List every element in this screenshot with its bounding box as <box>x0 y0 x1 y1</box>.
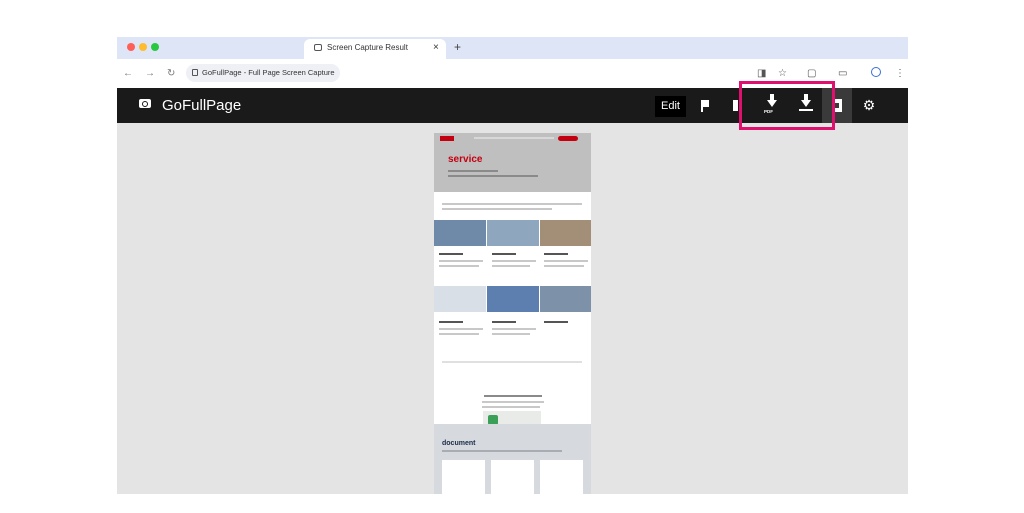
browser-window: Screen Capture Result × + ← → ↻ GoFullPa… <box>117 37 908 494</box>
forward-icon[interactable]: → <box>145 68 155 79</box>
page-icon <box>192 69 198 76</box>
trash-icon <box>733 100 738 111</box>
camera-logo-icon <box>139 99 151 108</box>
preview-image <box>434 220 486 246</box>
preview-logo <box>440 136 454 141</box>
reload-icon[interactable]: ↻ <box>167 68 175 79</box>
brand-name: GoFullPage <box>162 97 242 114</box>
captured-page-preview[interactable]: service document <box>434 133 591 494</box>
tab-screen-capture-result[interactable]: Screen Capture Result × <box>304 39 446 59</box>
preview-nav <box>474 137 554 139</box>
translate-icon[interactable]: ◨ <box>757 68 766 79</box>
profile-avatar-icon[interactable] <box>871 67 881 77</box>
more-menu-icon[interactable]: ⋮ <box>895 68 905 79</box>
edit-button[interactable]: Edit <box>655 96 686 117</box>
preview-image <box>487 286 539 312</box>
new-tab-button[interactable]: + <box>454 40 461 54</box>
preview-doc-card <box>540 460 583 494</box>
preview-document-section: document <box>434 424 591 494</box>
extensions-icon[interactable]: ▢ <box>807 68 816 79</box>
tab-close-icon[interactable]: × <box>433 42 439 53</box>
gear-icon: ⚙ <box>862 97 876 113</box>
preview-image <box>487 220 539 246</box>
preview-doc-card <box>491 460 534 494</box>
address-input[interactable]: GoFullPage - Full Page Screen Capture <box>186 64 340 82</box>
reading-list-icon[interactable]: ▭ <box>838 68 847 79</box>
tab-title: Screen Capture Result <box>327 43 408 52</box>
close-window-dot[interactable] <box>127 43 135 51</box>
preview-image <box>434 286 486 312</box>
preview-image <box>540 286 591 312</box>
bookmark-star-icon[interactable]: ☆ <box>778 68 787 79</box>
preview-hero-title: service <box>448 154 483 165</box>
preview-image <box>540 220 591 246</box>
flag-button[interactable] <box>690 88 720 123</box>
highlight-box <box>739 81 835 130</box>
tab-strip: Screen Capture Result × + <box>117 37 908 59</box>
back-icon[interactable]: ← <box>123 68 133 79</box>
maximize-window-dot[interactable] <box>151 43 159 51</box>
preview-hero: service <box>434 133 591 192</box>
camera-icon <box>314 44 322 51</box>
preview-cta <box>558 136 578 141</box>
flag-icon <box>701 100 709 112</box>
minimize-window-dot[interactable] <box>139 43 147 51</box>
address-text: GoFullPage - Full Page Screen Capture <box>202 68 335 77</box>
settings-button[interactable]: ⚙ <box>854 88 884 123</box>
preview-document-title: document <box>442 440 476 447</box>
preview-doc-card <box>442 460 485 494</box>
